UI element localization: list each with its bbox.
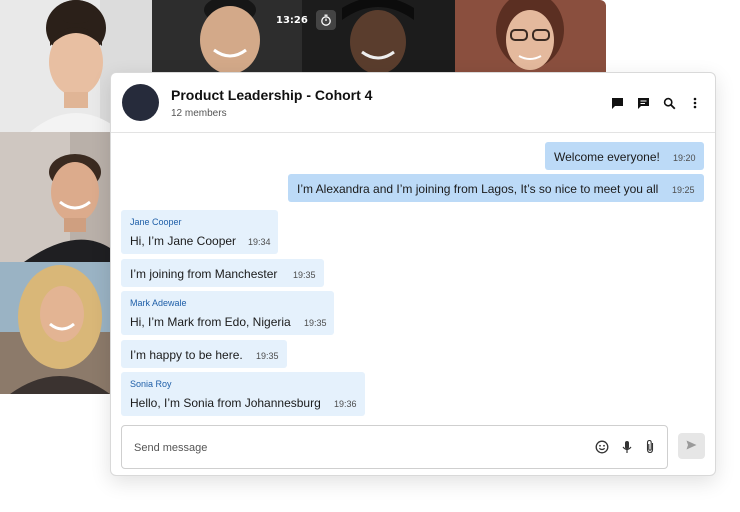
send-icon <box>686 437 697 455</box>
send-button[interactable] <box>678 433 705 459</box>
message-text: Hi, I’m Jane Cooper <box>130 234 237 248</box>
message-composer <box>121 425 668 469</box>
message-text: I’m joining from Manchester <box>130 267 278 281</box>
timer-text: 13:26 <box>276 14 308 26</box>
message-time: 19:20 <box>673 153 696 163</box>
call-timer: 13:26 <box>276 10 336 30</box>
message-text: Hello, I’m Sonia from Johannesburg <box>130 396 321 410</box>
message-time: 19:36 <box>334 399 357 409</box>
sender-name[interactable]: Jane Cooper <box>130 217 182 227</box>
video-tile-6[interactable] <box>455 0 606 72</box>
chat-panel: Product Leadership - Cohort 4 12 members… <box>110 72 716 476</box>
incoming-message[interactable]: Sonia Roy Hello, I’m Sonia from Johannes… <box>121 372 365 416</box>
message-text: I’m happy to be here. <box>130 348 243 362</box>
chat-header: Product Leadership - Cohort 4 12 members <box>111 73 715 133</box>
message-time: 19:35 <box>304 318 327 328</box>
message-time: 19:25 <box>672 185 695 195</box>
message-time: 19:35 <box>293 270 316 280</box>
sender-name[interactable]: Mark Adewale <box>130 298 187 308</box>
message-time: 19:34 <box>248 237 271 247</box>
message-time: 19:35 <box>256 351 279 361</box>
outgoing-message[interactable]: I’m Alexandra and I’m joining from Lagos… <box>288 174 704 202</box>
incoming-message[interactable]: I’m joining from Manchester 19:35 <box>121 259 324 287</box>
emoji-icon[interactable] <box>595 440 609 459</box>
video-tile-3[interactable] <box>0 262 110 394</box>
incoming-message[interactable]: Jane Cooper Hi, I’m Jane Cooper 19:34 <box>121 210 278 254</box>
participant-video <box>0 262 110 394</box>
message-input[interactable] <box>132 436 566 460</box>
composer-actions <box>595 439 655 459</box>
message-list: Welcome everyone! 19:20 I’m Alexandra an… <box>111 133 715 418</box>
message-icon[interactable] <box>635 95 651 111</box>
participant-video <box>455 0 606 72</box>
chat-title: Product Leadership - Cohort 4 <box>171 87 373 103</box>
incoming-message[interactable]: Mark Adewale Hi, I’m Mark from Edo, Nige… <box>121 291 334 335</box>
video-tile-2[interactable] <box>0 132 110 262</box>
paperclip-icon[interactable] <box>645 439 655 459</box>
message-text: I’m Alexandra and I’m joining from Lagos… <box>297 182 659 196</box>
stopwatch-icon[interactable] <box>315 10 336 30</box>
chat-bubble-icon[interactable] <box>609 95 625 111</box>
search-icon[interactable] <box>661 95 677 111</box>
member-count[interactable]: 12 members <box>171 108 227 119</box>
participant-video <box>0 132 110 262</box>
incoming-message[interactable]: I’m happy to be here. 19:35 <box>121 340 287 368</box>
microphone-icon[interactable] <box>621 440 633 459</box>
sender-name[interactable]: Sonia Roy <box>130 379 172 389</box>
message-text: Hi, I’m Mark from Edo, Nigeria <box>130 315 291 329</box>
group-avatar[interactable] <box>122 84 159 121</box>
more-vertical-icon[interactable] <box>687 95 703 111</box>
header-actions <box>609 95 703 111</box>
outgoing-message[interactable]: Welcome everyone! 19:20 <box>545 142 704 170</box>
message-text: Welcome everyone! <box>554 150 660 164</box>
